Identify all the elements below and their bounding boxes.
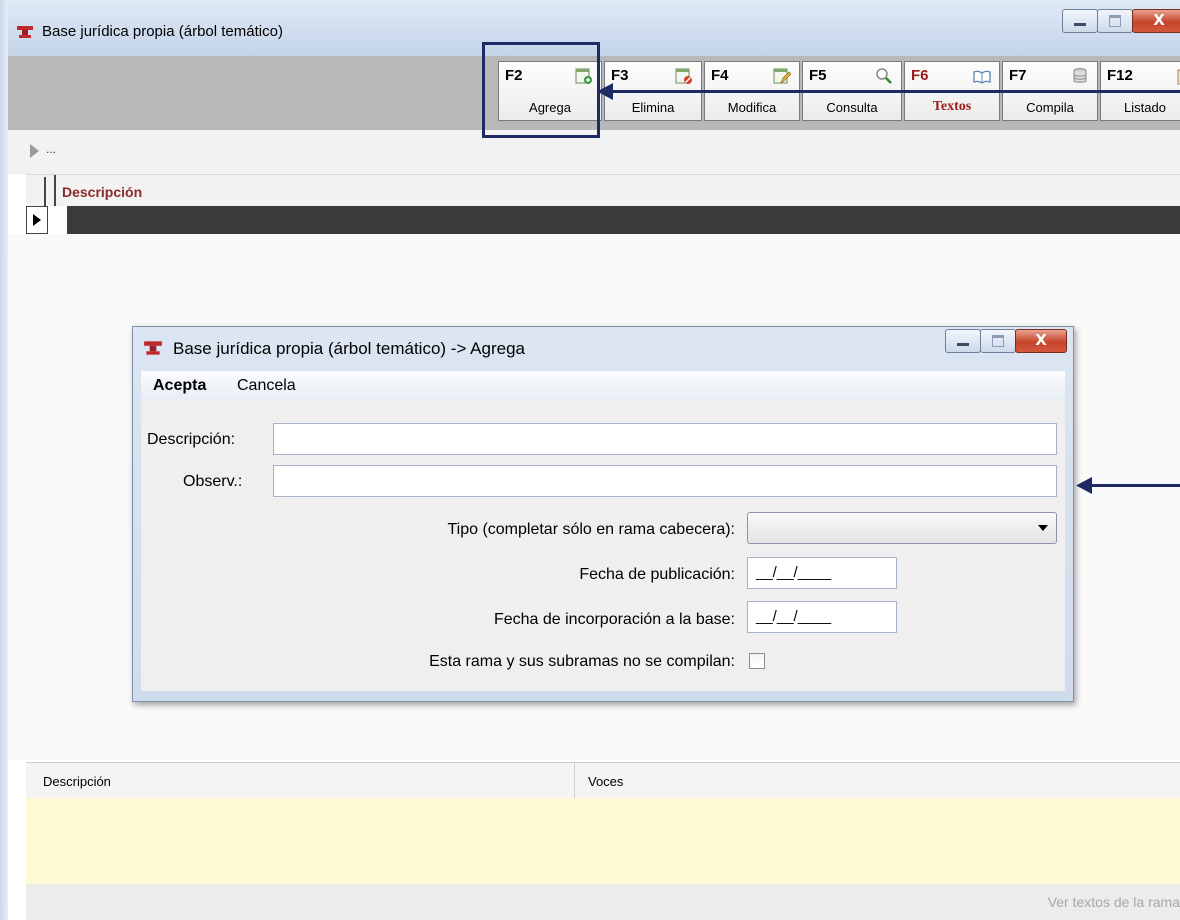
elimina-key: F3 <box>611 67 629 84</box>
annotation-highlight-box <box>482 42 600 138</box>
tipo-label: Tipo (completar sólo en rama cabecera): <box>447 521 735 538</box>
grid-selector-column <box>26 175 56 207</box>
main-window-controls: X <box>1062 9 1180 33</box>
main-window-title: Base jurídica propia (árbol temático) <box>42 23 283 40</box>
dialog-maximize-button[interactable] <box>980 329 1016 353</box>
compila-label: Compila <box>1026 100 1074 115</box>
annotation-arrow-side <box>1090 484 1180 487</box>
edit-doc-icon <box>773 68 791 85</box>
fecha-incorporacion-label: Fecha de incorporación a la base: <box>493 611 735 628</box>
modifica-key: F4 <box>711 67 729 84</box>
detail-panel <box>26 798 1180 885</box>
navigation-path: ... <box>46 142 57 156</box>
no-compila-checkbox[interactable] <box>749 653 765 669</box>
arrowhead-left-icon <box>1076 477 1092 494</box>
observ-label: Observ.: <box>183 473 243 490</box>
fecha-publicacion-label: Fecha de publicación: <box>579 566 735 583</box>
acepta-menu-item[interactable]: Acepta <box>153 377 206 395</box>
chevron-down-icon <box>1038 525 1048 531</box>
textos-label: Textos <box>932 99 972 114</box>
modifica-label: Modifica <box>727 100 777 115</box>
listado-label: Listado <box>1124 100 1166 115</box>
book-icon <box>973 70 991 84</box>
annotation-arrow-top <box>604 90 1180 93</box>
no-compila-label: Esta rama y sus subramas no se compilan: <box>429 653 735 670</box>
listado-key: F12 <box>1107 67 1133 84</box>
grid-selected-row[interactable] <box>26 206 1180 234</box>
dialog-form: Descripción: Observ.: Tipo (completar só… <box>141 401 1065 691</box>
magnifier-icon <box>876 68 892 84</box>
fecha-incorporacion-field[interactable]: __/__/____ <box>747 601 897 633</box>
clipboard-icon <box>1177 69 1180 85</box>
column-separator <box>574 763 575 799</box>
detail-header: Descripción Voces <box>26 762 1180 800</box>
grid-header: Descripción <box>26 174 1180 207</box>
background-window-edge <box>0 0 8 920</box>
grid-column-descripcion[interactable]: Descripción <box>62 184 142 200</box>
close-icon: X <box>1153 11 1165 29</box>
status-bar: Ver textos de la rama <box>26 884 1180 920</box>
dialog-window-controls: X <box>945 329 1067 353</box>
descripcion-field[interactable] <box>273 423 1057 455</box>
consulta-key: F5 <box>809 67 827 84</box>
dialog-close-button[interactable]: X <box>1015 329 1067 353</box>
cancela-menu-item[interactable]: Cancela <box>237 377 296 395</box>
compila-key: F7 <box>1009 67 1027 84</box>
minimize-button[interactable] <box>1062 9 1098 33</box>
elimina-label: Elimina <box>631 100 675 115</box>
textos-key: F6 <box>911 67 929 84</box>
agrega-dialog: Base jurídica propia (árbol temático) ->… <box>132 326 1074 702</box>
arrowhead-left-icon <box>597 83 613 100</box>
anvil-icon <box>17 26 33 38</box>
row-gutter <box>48 206 68 234</box>
anvil-icon <box>144 341 162 355</box>
consulta-label: Consulta <box>826 100 878 115</box>
close-button[interactable]: X <box>1132 9 1180 33</box>
play-icon[interactable] <box>30 144 39 158</box>
row-pointer-icon <box>26 206 48 234</box>
close-icon: X <box>1035 331 1047 349</box>
database-icon <box>1073 68 1087 83</box>
delete-doc-icon <box>675 68 692 84</box>
dialog-minimize-button[interactable] <box>945 329 981 353</box>
dialog-title: Base jurídica propia (árbol temático) ->… <box>173 339 525 358</box>
fecha-publicacion-field[interactable]: __/__/____ <box>747 557 897 589</box>
ver-textos-link[interactable]: Ver textos de la rama <box>1048 894 1180 910</box>
tipo-select[interactable] <box>747 512 1057 544</box>
descripcion-label: Descripción: <box>147 431 236 448</box>
detail-column-descripcion[interactable]: Descripción <box>43 774 111 789</box>
maximize-button[interactable] <box>1097 9 1133 33</box>
dialog-menubar: Acepta Cancela <box>141 371 1065 402</box>
observ-field[interactable] <box>273 465 1057 497</box>
detail-column-voces[interactable]: Voces <box>588 774 623 789</box>
